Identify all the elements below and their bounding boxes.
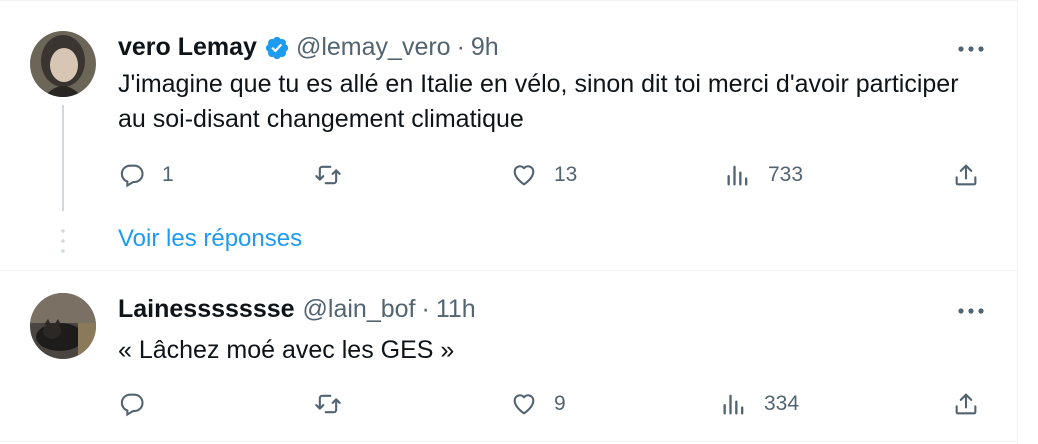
show-replies-link[interactable]: Voir les réponses bbox=[118, 225, 302, 253]
share-icon bbox=[955, 393, 977, 415]
heart-icon bbox=[513, 165, 535, 186]
display-name[interactable]: Lainessssssse bbox=[118, 295, 295, 324]
timestamp[interactable]: 11h bbox=[436, 295, 476, 324]
reply-tweet[interactable]: vero Lemay @lemay_vero · 9h J'imagine qu… bbox=[0, 0, 1018, 271]
retweet-button[interactable] bbox=[314, 388, 358, 420]
like-button[interactable]: 13 bbox=[510, 159, 577, 191]
timestamp[interactable]: 9h bbox=[471, 33, 499, 62]
timeline-column: vero Lemay @lemay_vero · 9h J'imagine qu… bbox=[0, 0, 1018, 444]
avatar[interactable] bbox=[30, 31, 96, 97]
views-button[interactable]: 733 bbox=[724, 159, 803, 191]
avatar[interactable] bbox=[30, 293, 96, 359]
tweet-actions: 9 334 bbox=[118, 388, 988, 420]
display-name[interactable]: vero Lemay bbox=[118, 33, 257, 62]
like-count: 9 bbox=[554, 392, 566, 415]
tweet-text: « Lâchez moé avec les GES » bbox=[118, 336, 455, 364]
reply-button[interactable] bbox=[118, 388, 162, 420]
share-button[interactable] bbox=[952, 388, 980, 420]
share-button[interactable] bbox=[952, 159, 980, 191]
like-button[interactable]: 9 bbox=[510, 388, 566, 420]
retweet-icon bbox=[315, 165, 341, 185]
reply-tweet[interactable]: Lainessssssse @lain_bof · 11h « Lâchez m… bbox=[0, 270, 1018, 442]
user-handle[interactable]: @lemay_vero bbox=[296, 33, 451, 62]
share-icon bbox=[955, 164, 977, 186]
retweet-icon bbox=[315, 394, 341, 414]
reply-count: 1 bbox=[162, 163, 174, 186]
user-handle[interactable]: @lain_bof bbox=[303, 295, 416, 324]
view-count: 733 bbox=[768, 163, 804, 186]
tweet-header: vero Lemay @lemay_vero · 9h bbox=[118, 33, 499, 62]
reply-icon bbox=[120, 164, 144, 188]
reply-button[interactable]: 1 bbox=[118, 159, 174, 191]
like-count: 13 bbox=[554, 163, 578, 186]
more-options-icon[interactable] bbox=[954, 301, 988, 321]
heart-icon bbox=[513, 394, 535, 415]
thread-continuation-dots bbox=[61, 226, 65, 256]
thread-line bbox=[62, 105, 64, 211]
separator-dot: · bbox=[421, 295, 430, 323]
more-options-icon[interactable] bbox=[954, 39, 988, 59]
tweet-text: J'imagine que tu es allé en Italie en vé… bbox=[118, 70, 959, 133]
retweet-button[interactable] bbox=[314, 159, 358, 191]
separator-dot: · bbox=[456, 33, 465, 61]
tweet-header: Lainessssssse @lain_bof · 11h bbox=[118, 295, 476, 324]
views-chart-icon bbox=[727, 165, 748, 186]
verified-badge-icon[interactable] bbox=[264, 35, 290, 61]
tweet-actions: 1 13 733 bbox=[118, 159, 988, 191]
reply-icon bbox=[120, 393, 144, 417]
views-button[interactable]: 334 bbox=[720, 388, 799, 420]
view-count: 334 bbox=[764, 392, 800, 415]
views-chart-icon bbox=[723, 394, 744, 415]
